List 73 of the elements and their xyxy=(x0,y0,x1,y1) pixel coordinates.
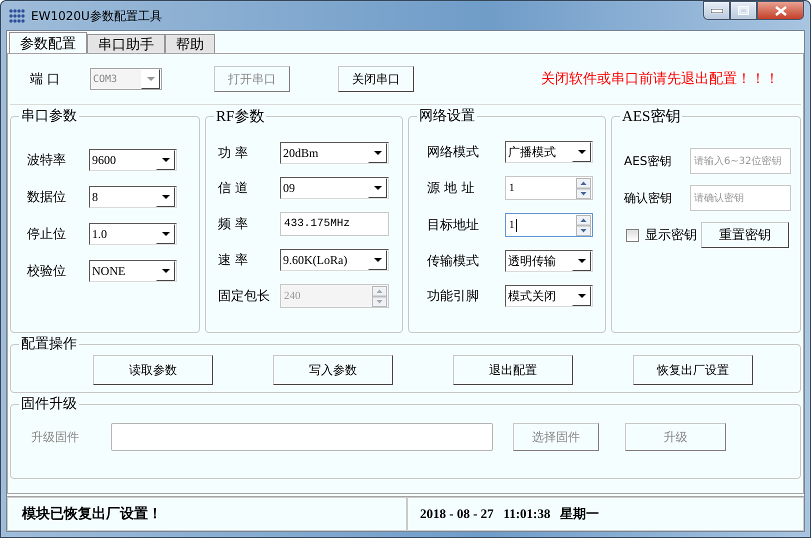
field-label: 升级固件 xyxy=(30,428,80,446)
tab[interactable]: 参数配置 xyxy=(9,32,87,54)
caret-icon xyxy=(162,232,170,236)
field-label: 波特率 xyxy=(26,152,67,169)
group-title: 配置操作 xyxy=(20,335,78,353)
minimize-icon xyxy=(710,8,722,12)
checkbox[interactable] xyxy=(626,228,639,242)
dropdown[interactable]: 9.60K(LoRa) xyxy=(280,249,389,271)
dropdown[interactable]: 模式关闭 xyxy=(505,285,593,307)
caret-icon xyxy=(162,269,170,273)
field-label: AES密钥 xyxy=(623,152,672,170)
field-label: 停止位 xyxy=(26,226,67,243)
maximize-button[interactable] xyxy=(730,1,757,20)
caret-icon xyxy=(374,186,382,190)
minimize-button[interactable] xyxy=(703,1,730,20)
file-path-field[interactable] xyxy=(111,423,493,451)
tab[interactable]: 串口助手 xyxy=(87,34,165,54)
maximize-icon xyxy=(738,6,749,15)
status-message: 模块已恢复出厂设置！ xyxy=(7,497,407,531)
dropdown[interactable]: 1.0 xyxy=(89,223,177,245)
action-button[interactable]: 退出配置 xyxy=(453,355,573,385)
group-title: RF参数 xyxy=(215,108,266,126)
field-label: 源 地 址 xyxy=(426,180,476,197)
close-button[interactable] xyxy=(757,1,804,20)
field-label: 网络模式 xyxy=(426,144,480,161)
field-label: 频 率 xyxy=(217,216,250,233)
dropdown[interactable]: NONE xyxy=(89,260,177,282)
caret-icon xyxy=(162,158,170,162)
caret-icon xyxy=(578,294,586,298)
spinner-icon[interactable] xyxy=(576,214,591,236)
field-label: 功能引脚 xyxy=(426,288,480,305)
spinner-icon[interactable] xyxy=(576,178,591,198)
window-title: EW1020U参数配置工具 xyxy=(31,8,162,25)
field-label: 信 道 xyxy=(217,180,250,197)
field-label: 传输模式 xyxy=(426,253,480,270)
tab[interactable]: 帮助 xyxy=(165,34,215,54)
caret-icon xyxy=(578,150,586,154)
field-label: 速 率 xyxy=(217,252,250,269)
warning-text: 关闭软件或串口前请先退出配置！！！ xyxy=(541,70,779,88)
input-field[interactable]: 433.175MHz xyxy=(280,212,389,236)
action-button[interactable]: 恢复出厂设置 xyxy=(633,355,753,385)
group-title: 固件升级 xyxy=(20,395,78,413)
caret-icon xyxy=(374,258,382,262)
action-button[interactable]: 读取参数 xyxy=(93,355,213,385)
caret-icon xyxy=(578,259,586,263)
field-label: 数据位 xyxy=(26,189,67,206)
field-label: 确认密钥 xyxy=(623,190,673,206)
field-label: 校验位 xyxy=(26,263,67,280)
field-label: 固定包长 xyxy=(217,288,271,305)
port-label: 端 口 xyxy=(29,71,62,88)
dropdown[interactable]: 20dBm xyxy=(280,142,389,164)
dropdown[interactable]: 8 xyxy=(89,186,177,208)
status-datetime: 2018 - 08 - 27 11:01:38 星期一 xyxy=(407,497,804,531)
dropdown[interactable]: 9600 xyxy=(89,149,177,171)
group-title: 网络设置 xyxy=(418,107,476,125)
action-button[interactable]: 写入参数 xyxy=(273,355,393,385)
port-button[interactable]: 关闭串口 xyxy=(338,66,414,92)
dropdown[interactable]: 透明传输 xyxy=(505,250,593,272)
caret-icon xyxy=(162,195,170,199)
app-icon xyxy=(9,9,25,23)
caret-icon xyxy=(374,151,382,155)
caret-icon xyxy=(146,77,154,81)
close-icon xyxy=(774,6,786,16)
number-field[interactable]: 1 xyxy=(505,176,593,200)
group-title: 串口参数 xyxy=(20,107,78,125)
field-label: 目标地址 xyxy=(426,217,480,234)
checkbox-label[interactable]: 显示密钥 xyxy=(645,226,697,244)
number-field[interactable]: 1 xyxy=(505,213,593,237)
reset-key-button[interactable]: 重置密钥 xyxy=(701,222,789,248)
dropdown[interactable]: 09 xyxy=(280,177,389,199)
dropdown[interactable]: 广播模式 xyxy=(505,141,593,163)
field-label: 功 率 xyxy=(217,145,250,162)
group-title: AES密钥 xyxy=(621,107,682,126)
